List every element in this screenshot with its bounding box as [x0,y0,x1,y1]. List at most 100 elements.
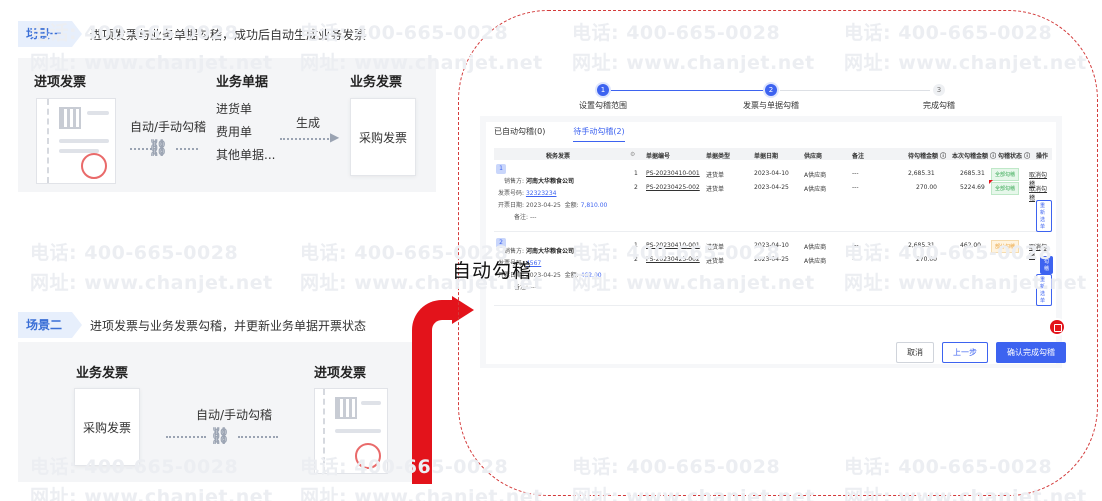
doc-date: 2023-04-10 [754,170,789,177]
step-3: 3 完成勾稽 [894,84,984,111]
th-note: 备注 [852,153,865,160]
scene1-header: 场景一 进项发票与业务单据勾稽，成功后自动生成业务发票 [18,19,438,49]
invoice-amount: 462.00 [580,272,602,279]
doc-no-link[interactable]: PS-20230425-002 [646,256,700,263]
invoice-note: --- [529,214,537,221]
scene1-tag: 场景一 [18,21,83,47]
invoice-amount: 7,810.00 [580,202,608,209]
tab-auto-reconciled[interactable]: 已自动勾稽(0) [494,126,545,142]
seller-name: 河南大华粮食公司 [525,248,574,255]
seller-name: 河南大华粮食公司 [525,178,574,185]
scene1-panel: 进项发票 业务单据 业务发票 自动/手动勾稽 ⛓ 进货单 费用单 其他单据...… [18,58,436,192]
scene2-col-input-invoice: 进项发票 [314,366,367,381]
doc-no-link[interactable]: PS-20230410-001 [646,170,700,177]
th-doc-no: 单据编号 [646,153,671,160]
table-row: 1 PS-20230410-001 进货单 2023-04-10 A供应商 --… [634,168,1052,188]
scene2-purchase-invoice-label: 采购发票 [82,420,131,435]
th-status: 勾稽状态 ⓘ [998,153,1031,160]
doc-type: 进货单 [706,258,725,265]
help-float-icon[interactable] [1050,320,1064,334]
scene2-desc: 进项发票与业务发票勾稽，并更新业务单据开票状态 [90,318,367,333]
reconcile-app: 1 设置勾稽范围 2 发票与单据勾稽 3 完成勾稽 已自动勾稽(0) 待手动勾稽… [480,72,1062,368]
seller-label: 销售方: [504,178,525,185]
reconcile-button[interactable]: 勾稽 [1040,256,1054,274]
cancel-button[interactable]: 取消 [896,342,934,363]
note: --- [852,170,859,177]
pending-amount: 2,685.31 [908,170,935,177]
invoice-no-link[interactable]: 32323234 [526,190,557,197]
row-index: 1 [634,242,638,249]
watermark-text: 网址: www.chanjet.net [30,272,273,294]
table-row: 1 PS-20230410-001 进货单 2023-04-10 A供应商 --… [634,240,1052,260]
seller-label: 销售方: [504,248,525,255]
step-1-dot: 1 [597,84,609,96]
scene1-col-business-invoice: 业务发票 [350,75,403,90]
table-header: 税务发票 ⚙ 单据编号 单据类型 单据日期 供应商 备注 待勾稽金额 ⓘ 本次勾… [494,148,1052,160]
tabs: 已自动勾稽(0) 待手动勾稽(2) [494,126,625,142]
amount-label: 金额: [564,272,579,279]
current-amount-input[interactable]: 5224.69 [960,184,985,191]
doc-date: 2023-04-10 [754,242,789,249]
scene1-col-input-invoice: 进项发票 [34,75,87,90]
reselect-button[interactable]: 重新选单 [1036,274,1052,306]
confirm-reconcile-button[interactable]: 确认完成勾稽 [996,342,1066,363]
invoice-date: 2023-04-25 [525,202,561,209]
tab-manual-reconcile[interactable]: 待手动勾稽(2) [573,126,625,142]
scene2-tag: 场景二 [18,312,83,338]
scene1-auto-label: 自动/手动勾稽 [130,120,207,134]
prev-step-button[interactable]: 上一步 [942,342,988,363]
doc-type: 进货单 [706,186,725,193]
status-badge: 全部勾稽 [991,182,1020,195]
reconcile-panel: 已自动勾稽(0) 待手动勾稽(2) 税务发票 ⚙ 单据编号 单据类型 单据日期 … [486,122,1056,364]
scene1-desc: 进项发票与业务单据勾稽，成功后自动生成业务发票 [90,27,367,42]
step-1-label: 设置勾稽范围 [579,101,627,110]
doc-date: 2023-04-25 [754,256,789,263]
doc-other: 其他单据... [216,148,276,162]
doc-no-link[interactable]: PS-20230425-002 [646,184,700,191]
supplier: A供应商 [804,244,827,251]
amount-label: 金额: [564,202,579,209]
scene1-purchase-invoice-card: 采购发票 [350,98,416,176]
pending-amount: 270.00 [916,184,937,191]
th-tax-invoice: 税务发票 [546,153,571,160]
scene1-col-business-docs: 业务单据 [216,75,269,90]
settings-gear-icon[interactable]: ⚙ [630,151,635,158]
doc-purchase-order: 进货单 [216,102,253,116]
th-supplier: 供应商 [804,153,823,160]
note-label: 备注: [514,284,529,291]
step-3-label: 完成勾稽 [923,101,955,110]
doc-date: 2023-04-25 [754,184,789,191]
supplier: A供应商 [804,258,827,265]
supplier: A供应商 [804,172,827,179]
th-op: 操作 [1036,153,1049,160]
watermark-text: 电话: 400-665-0028 [30,242,239,264]
watermark-text: 网址: www.chanjet.net [30,486,273,501]
scene2-header: 场景二 进项发票与业务发票勾稽，并更新业务单据开票状态 [18,310,438,340]
note-label: 备注: [514,214,529,221]
row-index: 2 [634,184,638,191]
step-2-label: 发票与单据勾稽 [743,101,799,110]
note: --- [852,256,859,263]
note: --- [852,242,859,249]
pending-amount: 270.00 [916,256,937,263]
step-2-dot: 2 [765,84,777,96]
scene2-purchase-invoice-card: 采购发票 [74,388,140,466]
current-amount-input[interactable]: 462.00 [960,242,981,249]
supplier: A供应商 [804,186,827,193]
table-row: 2 PS-20230425-002 进货单 2023-04-25 A供应商 --… [634,254,1052,266]
invoice-group-1: 1 销售方: 河南大华粮食公司 发票号码: 32323234 开票日期: 202… [494,162,1052,232]
overlay-auto-reconcile-text: 自动勾稽 [452,260,533,282]
invoice-no-label: 发票号码: [498,190,525,197]
pending-amount: 2,685.31 [908,242,935,249]
current-amount-input[interactable]: 2685.31 [960,170,985,177]
step-2: 2 发票与单据勾稽 [726,84,816,111]
th-doc-type: 单据类型 [706,153,731,160]
doc-type: 进货单 [706,244,725,251]
note: --- [852,184,859,191]
footer-actions: 取消 上一步 确认完成勾稽 [896,342,1066,363]
reselect-button[interactable]: 重新选单 [1036,200,1052,232]
doc-no-link[interactable]: PS-20230410-001 [646,242,700,249]
scene1-purchase-invoice-label: 采购发票 [358,130,407,145]
doc-expense: 费用单 [216,125,253,139]
scene2-input-invoice-image [314,388,388,474]
